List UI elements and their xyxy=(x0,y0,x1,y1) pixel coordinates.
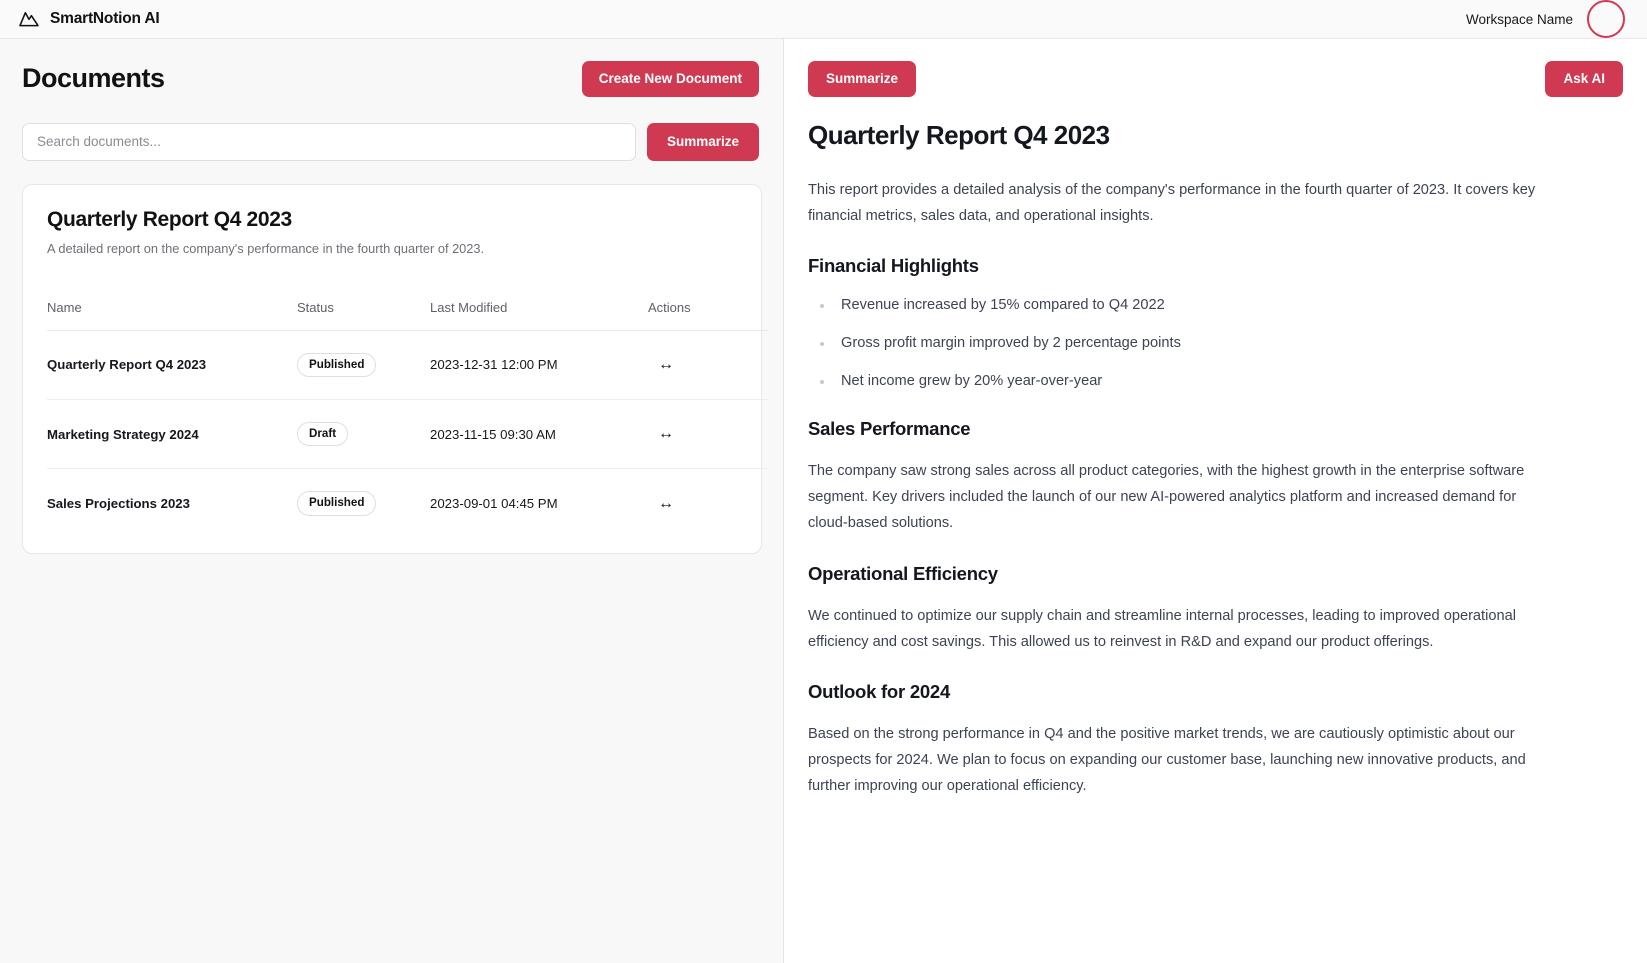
top-bar: SmartNotion AI Workspace Name xyxy=(0,0,1647,39)
list-item: Gross profit margin improved by 2 percen… xyxy=(808,333,1548,371)
cell-name: Sales Projections 2023 xyxy=(47,496,190,512)
cell-status: Published xyxy=(297,330,430,400)
search-input[interactable] xyxy=(22,122,636,161)
document-title: Quarterly Report Q4 2023 xyxy=(808,119,1110,150)
cell-name: Marketing Strategy 2024 xyxy=(47,399,297,470)
column-header-actions: Actions xyxy=(648,299,768,331)
brand[interactable]: SmartNotion AI xyxy=(18,8,160,30)
document-card-title: Quarterly Report Q4 2023 xyxy=(47,207,292,231)
document-body: This report provides a detailed analysis… xyxy=(808,177,1548,800)
section-paragraph: We continued to optimize our supply chai… xyxy=(808,607,1516,650)
section-heading: Operational Efficiency xyxy=(808,562,998,584)
cell-name: Quarterly Report Q4 2023 xyxy=(47,330,297,400)
column-header-name[interactable]: Name xyxy=(47,299,297,331)
section-paragraph: Based on the strong performance in Q4 an… xyxy=(808,725,1526,794)
list-item: Net income grew by 20% year-over-year xyxy=(808,371,1548,392)
section-paragraph: The company saw strong sales across all … xyxy=(808,463,1525,532)
table-row[interactable]: Marketing Strategy 2024 Draft 2023-11-15… xyxy=(47,399,768,470)
status-badge: Published xyxy=(297,352,377,377)
section-sales-performance: Sales Performance The company saw strong… xyxy=(808,418,1548,536)
documents-header: Documents Create New Document xyxy=(22,61,759,97)
table-row[interactable]: Quarterly Report Q4 2023 Published 2023-… xyxy=(47,330,768,400)
document-card: Quarterly Report Q4 2023 A detailed repo… xyxy=(22,183,768,554)
summarize-button-left[interactable]: Summarize xyxy=(646,122,759,161)
resize-arrows-icon[interactable]: ↔ xyxy=(658,495,674,512)
create-new-document-button[interactable]: Create New Document xyxy=(581,61,759,97)
section-heading: Financial Highlights xyxy=(808,254,979,276)
section-financial-highlights: Financial Highlights Revenue increased b… xyxy=(808,255,1548,392)
page-title: Documents xyxy=(22,63,165,94)
brand-name: SmartNotion AI xyxy=(50,10,160,27)
cell-modified: 2023-12-31 12:00 PM xyxy=(430,330,648,400)
section-operational-efficiency: Operational Efficiency We continued to o… xyxy=(808,563,1548,655)
section-heading: Outlook for 2024 xyxy=(808,680,950,702)
column-header-status[interactable]: Status xyxy=(297,299,430,331)
documents-table-body: Quarterly Report Q4 2023 Published 2023-… xyxy=(47,330,768,526)
document-intro: This report provides a detailed analysis… xyxy=(808,181,1536,224)
mountain-icon xyxy=(19,11,39,27)
documents-panel: Documents Create New Document Summarize … xyxy=(0,39,784,963)
section-outlook-2024: Outlook for 2024 Based on the strong per… xyxy=(808,681,1548,799)
viewer-header: Summarize Ask AI xyxy=(808,61,1623,97)
cell-modified: 2023-11-15 09:30 AM xyxy=(430,399,648,470)
document-viewer-panel: Summarize Ask AI Quarterly Report Q4 202… xyxy=(784,39,1647,963)
avatar[interactable] xyxy=(1587,0,1625,38)
cell-actions: ↔ xyxy=(648,469,768,526)
cell-status: Draft xyxy=(297,399,430,470)
document-card-description: A detailed report on the company's perfo… xyxy=(47,240,485,256)
main-shell: Documents Create New Document Summarize … xyxy=(0,39,1647,963)
status-badge: Draft xyxy=(297,421,349,447)
documents-table-head: Name Status Last Modified Actions xyxy=(47,299,768,331)
financial-highlights-list: Revenue increased by 15% compared to Q4 … xyxy=(808,295,1548,392)
table-row[interactable]: Sales Projections 2023 Published 2023-09… xyxy=(47,469,768,526)
section-heading: Sales Performance xyxy=(808,418,971,440)
resize-arrows-icon[interactable]: ↔ xyxy=(658,426,674,442)
cell-actions: ↔ xyxy=(648,330,768,400)
resize-arrows-icon[interactable]: ↔ xyxy=(658,356,674,373)
column-header-modified[interactable]: Last Modified xyxy=(430,299,648,331)
top-bar-right: Workspace Name xyxy=(1466,0,1625,38)
search-row: Summarize xyxy=(22,122,759,161)
list-item: Revenue increased by 15% compared to Q4 … xyxy=(808,295,1548,333)
documents-table: Name Status Last Modified Actions Quarte… xyxy=(47,299,768,526)
cell-actions: ↔ xyxy=(648,399,768,470)
summarize-button-right[interactable]: Summarize xyxy=(808,61,917,97)
cell-status: Published xyxy=(297,469,430,526)
ask-ai-button[interactable]: Ask AI xyxy=(1545,61,1623,97)
table-header-row: Name Status Last Modified Actions xyxy=(47,299,768,331)
workspace-name: Workspace Name xyxy=(1465,11,1573,27)
cell-modified: 2023-09-01 04:45 PM xyxy=(430,496,558,512)
status-badge: Published xyxy=(297,491,377,516)
